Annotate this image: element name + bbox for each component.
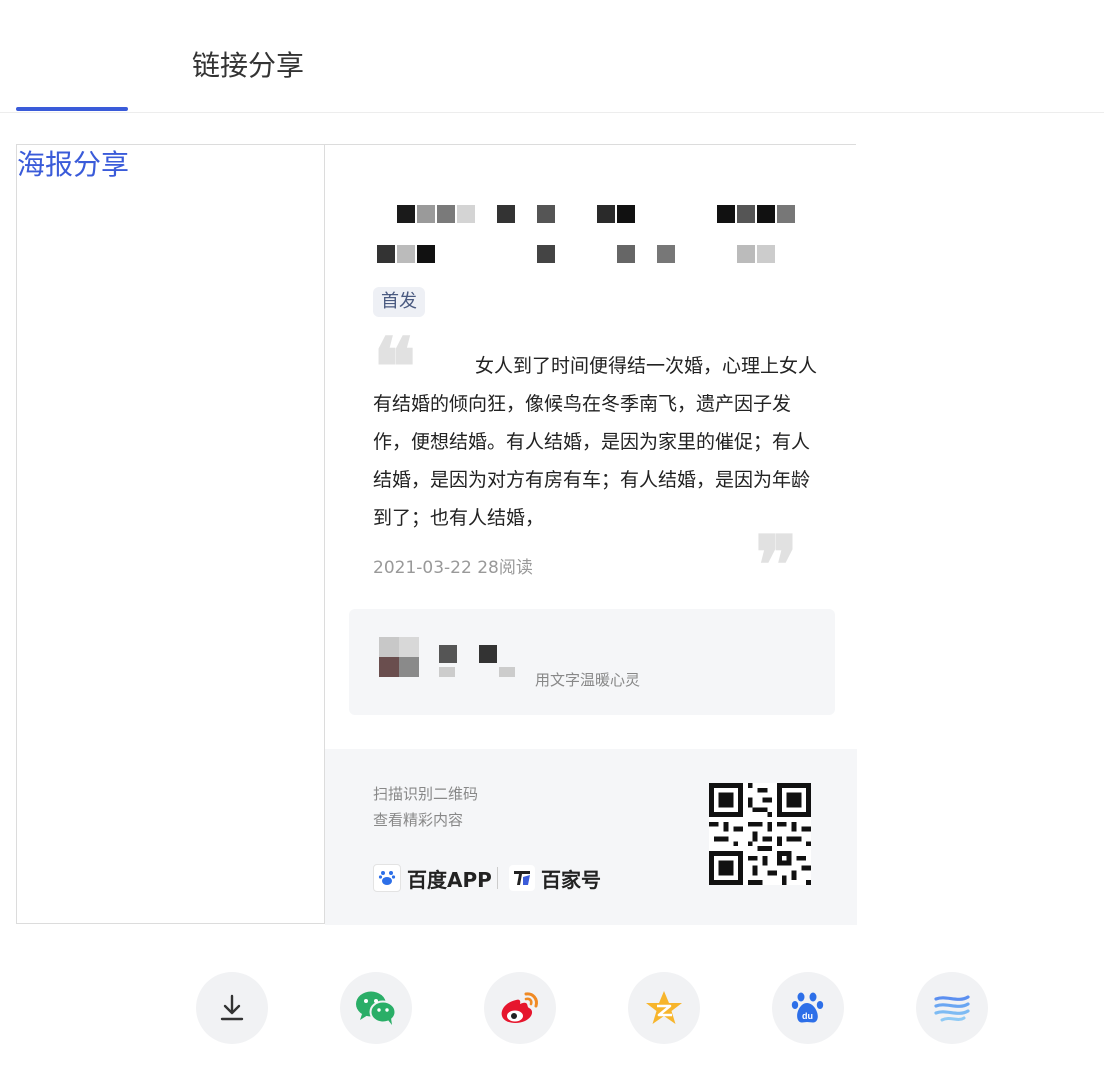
author-card: 用文字温暖心灵 bbox=[349, 609, 835, 715]
share-actions: du bbox=[0, 972, 1104, 1044]
wechat-share-button[interactable] bbox=[340, 972, 412, 1044]
baidu-paw-icon: du bbox=[791, 992, 824, 1023]
baijiahao-brand: 百家号 bbox=[509, 863, 601, 893]
baidu-app-brand: 百度APP bbox=[373, 863, 492, 893]
close-quote-icon: ❞ bbox=[755, 518, 799, 612]
weibo-icon bbox=[501, 992, 538, 1024]
tab-link-share[interactable]: 链接分享 bbox=[192, 46, 304, 86]
poster-footer: 扫描识别二维码 查看精彩内容 百度APP 百家号 bbox=[325, 749, 857, 925]
poster-card: 首发 ❝ 女人到了时间便得结一次婚，心理上女人有结婚的倾向狂，像候鸟在冬季南飞，… bbox=[324, 144, 857, 925]
baijiahao-logo-icon bbox=[509, 865, 535, 891]
brand-divider bbox=[497, 867, 498, 889]
share-tabs: 海报分享 链接分享 bbox=[0, 0, 1104, 924]
view-content-hint: 查看精彩内容 bbox=[373, 811, 464, 829]
wave-icon bbox=[934, 995, 970, 1022]
active-tab-indicator bbox=[16, 107, 128, 111]
author-description: 用文字温暖心灵 bbox=[535, 671, 641, 689]
wechat-icon bbox=[356, 991, 397, 1025]
download-button[interactable] bbox=[196, 972, 268, 1044]
qr-code bbox=[709, 783, 811, 885]
svg-text:du: du bbox=[802, 1011, 813, 1021]
more-share-button[interactable] bbox=[916, 972, 988, 1044]
baidu-share-button[interactable]: du bbox=[772, 972, 844, 1044]
article-title-redacted bbox=[373, 197, 813, 267]
author-name-redacted bbox=[439, 645, 529, 677]
baidu-app-logo-icon bbox=[373, 864, 401, 892]
download-icon bbox=[220, 994, 244, 1021]
qzone-icon bbox=[646, 991, 682, 1024]
weibo-share-button[interactable] bbox=[484, 972, 556, 1044]
scan-hint: 扫描识别二维码 bbox=[373, 785, 479, 803]
qzone-share-button[interactable] bbox=[628, 972, 700, 1044]
baijiahao-label: 百家号 bbox=[541, 867, 601, 892]
article-meta: 2021-03-22 28阅读 bbox=[373, 558, 533, 578]
baidu-app-label: 百度APP bbox=[407, 867, 492, 892]
article-excerpt: 女人到了时间便得结一次婚，心理上女人有结婚的倾向狂，像候鸟在冬季南飞，遗产因子发… bbox=[373, 355, 818, 529]
first-publish-badge: 首发 bbox=[373, 287, 425, 317]
author-avatar bbox=[371, 633, 419, 685]
